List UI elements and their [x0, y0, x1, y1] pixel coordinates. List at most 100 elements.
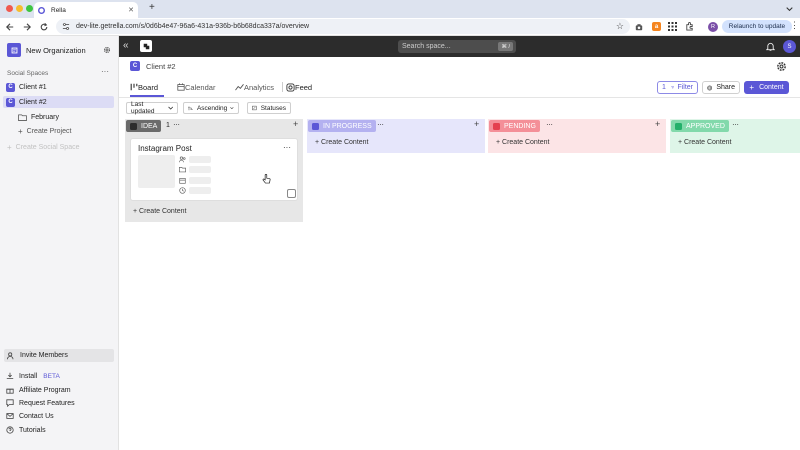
sidebar-item-client-2[interactable]: C Client #2 [3, 96, 114, 108]
card-more-icon[interactable]: ··· [283, 143, 291, 152]
status-color-swatch [675, 122, 682, 130]
back-arrow-icon[interactable] [6, 23, 14, 31]
plus-icon: + [18, 126, 23, 136]
create-content-button[interactable]: + Create Content [315, 139, 369, 146]
social-spaces-more-icon[interactable]: ··· [101, 67, 109, 76]
contact-us-link[interactable]: Contact Us [6, 410, 114, 422]
tab-analytics[interactable]: Analytics [235, 78, 274, 96]
request-features-label: Request Features [19, 399, 75, 407]
install-link[interactable]: Install BETA [6, 370, 114, 382]
create-content-button[interactable]: + Create Content [678, 139, 732, 146]
collapse-sidebar-icon[interactable]: « [123, 40, 129, 51]
folder-icon [179, 167, 186, 173]
tutorials-link[interactable]: Tutorials [6, 424, 114, 436]
relaunch-to-update-button[interactable]: Relaunch to update [722, 20, 792, 33]
chat-bubble-icon [6, 399, 14, 407]
chevron-down-icon [230, 107, 234, 110]
status-color-swatch [312, 122, 319, 130]
browser-tab-strip: Rella ✕ + [0, 0, 800, 18]
camera-icon[interactable] [635, 23, 643, 31]
board-column-approved: APPROVED ··· + Create Content [670, 119, 800, 153]
sidebar-item-label: Client #1 [19, 83, 47, 91]
sort-order-select[interactable]: Ascending [183, 102, 239, 114]
forward-arrow-icon[interactable] [23, 23, 31, 31]
sidebar: New Organization Social Spaces ··· C Cli… [0, 36, 119, 450]
share-button[interactable]: Share [702, 81, 740, 94]
search-shortcut-badge: ⌘ / [498, 42, 513, 51]
column-add-icon[interactable]: + [293, 119, 298, 129]
organization-logo-icon[interactable] [7, 43, 21, 57]
column-header-approved[interactable]: APPROVED [671, 120, 729, 132]
filter-button[interactable]: 1 Filter [657, 81, 698, 94]
organization-name[interactable]: New Organization [26, 46, 86, 55]
status-color-swatch [493, 122, 500, 130]
analytics-chart-icon [235, 84, 244, 91]
organization-settings-gear-icon[interactable] [103, 46, 111, 54]
tab-calendar[interactable]: Calendar [177, 78, 215, 96]
column-more-icon[interactable]: ··· [173, 120, 180, 129]
globe-icon [707, 85, 713, 90]
browser-tab[interactable]: Rella ✕ [34, 2, 138, 18]
add-content-button[interactable]: + Content [744, 81, 789, 94]
app-top-bar: « Search space... ⌘ / S [119, 36, 800, 57]
sort-field-select[interactable]: Last updated [126, 101, 178, 115]
new-tab-icon[interactable]: + [149, 2, 155, 13]
plus-icon: + [749, 83, 755, 92]
tab-divider [282, 82, 283, 92]
folder-label: February [31, 113, 60, 121]
search-space-input[interactable]: Search space... ⌘ / [398, 40, 516, 53]
affiliate-program-link[interactable]: Affiliate Program [6, 384, 114, 396]
create-social-space-button[interactable]: + Create Social Space [7, 141, 114, 153]
column-add-icon[interactable]: + [655, 119, 660, 129]
profile-avatar[interactable]: R [708, 22, 718, 32]
column-header-in-progress[interactable]: IN PROGRESS [308, 120, 376, 132]
sidebar-item-client-1[interactable]: C Client #1 [6, 81, 114, 93]
reload-icon[interactable] [40, 23, 48, 31]
social-spaces-heading: Social Spaces [7, 70, 49, 77]
date-placeholder [189, 177, 211, 184]
tab-list-chevron-icon[interactable] [786, 6, 793, 12]
column-more-icon[interactable]: ··· [377, 120, 384, 129]
invite-members-button[interactable]: Invite Members [4, 349, 114, 362]
project-placeholder [189, 166, 211, 173]
rella-logo-icon[interactable] [140, 40, 152, 52]
bookmark-star-icon[interactable]: ☆ [616, 21, 624, 32]
install-download-icon [6, 372, 14, 379]
affiliate-program-label: Affiliate Program [19, 386, 71, 394]
column-header-pending[interactable]: PENDING [489, 120, 540, 132]
card-thumbnail-placeholder [138, 155, 175, 188]
user-plus-icon [7, 351, 14, 359]
extension-a-icon[interactable]: a [652, 22, 661, 31]
notification-bell-icon[interactable] [766, 42, 775, 51]
address-bar[interactable]: dev-lite.getrella.com/s/0d6b4e47-96a6-43… [56, 19, 630, 34]
extensions-puzzle-icon[interactable] [685, 22, 694, 31]
column-add-icon[interactable]: + [474, 119, 479, 129]
maximize-window-dot[interactable] [26, 5, 33, 12]
user-avatar[interactable]: S [783, 40, 796, 53]
column-more-icon[interactable]: ··· [732, 120, 739, 129]
statuses-button[interactable]: Statuses [247, 102, 291, 114]
minimize-window-dot[interactable] [16, 5, 23, 12]
add-content-label: Content [759, 84, 784, 91]
column-count: 1 [166, 122, 170, 129]
card-select-checkbox[interactable] [287, 189, 296, 198]
create-project-button[interactable]: + Create Project [18, 125, 114, 137]
tab-board[interactable]: Board [130, 78, 158, 96]
content-card[interactable]: Instagram Post ··· [130, 138, 298, 201]
tab-feed[interactable]: Feed [286, 78, 312, 96]
close-tab-icon[interactable]: ✕ [128, 6, 134, 14]
extension-grid-icon[interactable] [668, 22, 677, 31]
sidebar-folder-february[interactable]: February [18, 111, 114, 123]
column-header-idea[interactable]: IDEA [126, 120, 162, 132]
create-content-button[interactable]: + Create Content [496, 139, 550, 146]
site-settings-icon[interactable] [62, 23, 70, 30]
browser-menu-icon[interactable]: ⋮ [790, 21, 799, 30]
request-features-link[interactable]: Request Features [6, 397, 114, 409]
space-settings-gear-icon[interactable] [776, 61, 787, 72]
install-label: Install [19, 372, 38, 380]
calendar-icon [177, 83, 185, 91]
close-window-dot[interactable] [6, 5, 13, 12]
create-content-button[interactable]: + Create Content [133, 208, 187, 215]
column-more-icon[interactable]: ··· [546, 120, 553, 129]
url-text: dev-lite.getrella.com/s/0d6b4e47-96a6-43… [76, 23, 310, 30]
